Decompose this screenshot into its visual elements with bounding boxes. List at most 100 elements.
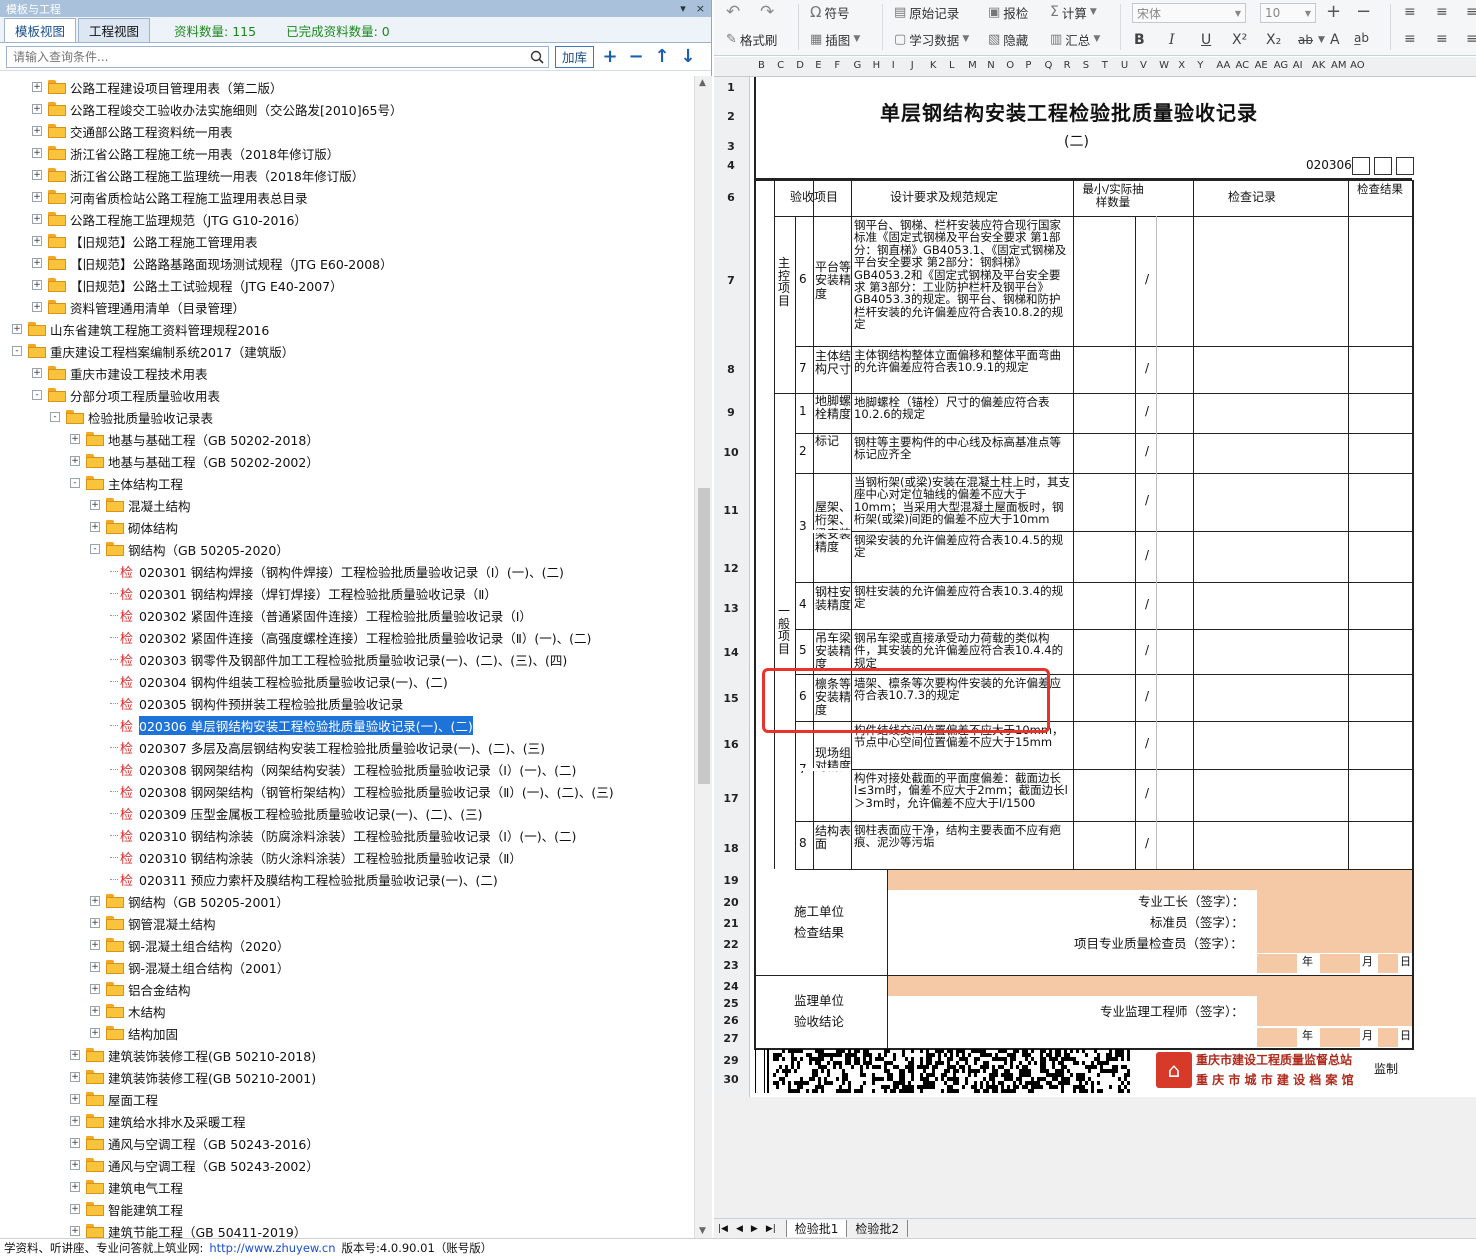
pin-icon[interactable]: ▾ bbox=[680, 2, 686, 15]
column-header[interactable]: AO bbox=[1350, 60, 1365, 71]
column-header[interactable]: I bbox=[892, 60, 895, 71]
tree-folder-node[interactable]: + 建筑节能工程（GB 50411-2019） bbox=[70, 1220, 306, 1238]
sample-cell[interactable] bbox=[1075, 435, 1133, 471]
column-header[interactable]: X bbox=[1178, 60, 1185, 71]
row-header[interactable]: 1 bbox=[714, 81, 748, 94]
expand-icon[interactable]: + bbox=[32, 302, 42, 312]
tree-folder-node[interactable]: + 【旧规范】公路土工试验规程（JTG E40-2007） bbox=[32, 274, 343, 296]
row-header[interactable]: 20 bbox=[714, 896, 748, 909]
row-header[interactable]: 11 bbox=[714, 504, 748, 517]
tree-template-node[interactable]: 检 020309 压型金属板工程检验批质量验收记录(一)、(二)、(三) bbox=[110, 802, 482, 824]
row-header[interactable]: 15 bbox=[714, 692, 748, 705]
result-cell[interactable] bbox=[1350, 723, 1410, 767]
sample-cell[interactable] bbox=[1075, 823, 1133, 867]
column-header[interactable]: AC bbox=[1236, 60, 1250, 71]
expand-icon[interactable]: + bbox=[90, 984, 100, 994]
column-header[interactable]: L bbox=[949, 60, 955, 71]
row-header[interactable]: 18 bbox=[714, 842, 748, 855]
align-middle-icon[interactable]: ≡ bbox=[1436, 29, 1448, 49]
tree-folder-node[interactable]: + 结构加固 bbox=[90, 1022, 178, 1044]
row-header[interactable]: 14 bbox=[714, 646, 748, 659]
column-header[interactable]: S bbox=[1083, 60, 1089, 71]
search-icon[interactable] bbox=[526, 50, 548, 64]
result-cell[interactable] bbox=[1350, 771, 1410, 819]
expand-icon[interactable]: + bbox=[90, 918, 100, 928]
column-header[interactable]: H bbox=[873, 60, 881, 71]
result-cell[interactable] bbox=[1350, 435, 1410, 471]
expand-icon[interactable]: + bbox=[90, 1006, 100, 1016]
result-cell[interactable] bbox=[1350, 475, 1410, 529]
input-cell[interactable] bbox=[1320, 1028, 1360, 1047]
collapse-icon[interactable]: - bbox=[12, 346, 22, 356]
column-header[interactable]: T bbox=[1102, 60, 1108, 71]
expand-icon[interactable]: + bbox=[32, 126, 42, 136]
sample-cell[interactable] bbox=[1075, 771, 1133, 819]
code-box-3[interactable] bbox=[1396, 157, 1414, 175]
column-header[interactable]: Y bbox=[1197, 60, 1203, 71]
status-link[interactable]: http://www.zhuyew.cn bbox=[209, 1241, 335, 1255]
tree-template-node[interactable]: 检 020310 钢结构涂装（防火涂料涂装）工程检验批质量验收记录（Ⅱ） bbox=[110, 846, 522, 868]
tree-folder-node[interactable]: - 分部分项工程质量验收用表 bbox=[32, 384, 220, 406]
record-cell[interactable] bbox=[1195, 771, 1346, 819]
summary-button[interactable]: ▥ 汇总 ▼ bbox=[1050, 29, 1100, 49]
column-header[interactable]: J bbox=[911, 60, 914, 71]
add-library-button[interactable]: 加库 bbox=[555, 45, 595, 68]
tree-folder-node[interactable]: - 钢结构（GB 50205-2020） bbox=[90, 538, 289, 560]
row-header[interactable]: 21 bbox=[714, 917, 748, 930]
result-cell[interactable] bbox=[1350, 676, 1410, 719]
collapse-icon[interactable]: - bbox=[90, 544, 100, 554]
superscript-icon[interactable]: X² bbox=[1232, 30, 1247, 50]
row-header[interactable]: 16 bbox=[714, 738, 748, 751]
expand-icon[interactable]: + bbox=[90, 522, 100, 532]
expand-icon[interactable]: + bbox=[12, 324, 22, 334]
record-cell[interactable] bbox=[1195, 823, 1346, 867]
strike-dropdown-icon[interactable]: ▼ bbox=[1318, 30, 1325, 50]
tree-folder-node[interactable]: + 地基与基础工程（GB 50202-2002） bbox=[70, 450, 319, 472]
expand-icon[interactable]: + bbox=[32, 236, 42, 246]
record-cell[interactable] bbox=[1195, 584, 1346, 627]
expand-icon[interactable]: + bbox=[32, 368, 42, 378]
tree-template-node[interactable]: 检 020308 钢网架结构（网架结构安装）工程检验批质量验收记录（Ⅰ）(一)、(… bbox=[110, 758, 576, 780]
sample-cell[interactable] bbox=[1075, 395, 1133, 431]
row-header[interactable]: 3 bbox=[714, 140, 748, 153]
record-cell[interactable] bbox=[1195, 723, 1346, 767]
column-header[interactable]: C bbox=[777, 60, 784, 71]
align-bottom-icon[interactable]: ≡ bbox=[1466, 29, 1476, 49]
record-cell[interactable] bbox=[1195, 218, 1346, 344]
record-cell[interactable] bbox=[1195, 475, 1346, 529]
scroll-thumb[interactable] bbox=[698, 488, 710, 784]
tab-template-view[interactable]: 模板视图 bbox=[4, 18, 77, 42]
expand-icon[interactable]: + bbox=[32, 170, 42, 180]
row-header[interactable]: 24 bbox=[714, 980, 748, 993]
expand-icon[interactable]: + bbox=[70, 1050, 80, 1060]
record-cell[interactable] bbox=[1195, 435, 1346, 471]
tree-folder-node[interactable]: + 钢管混凝土结构 bbox=[90, 912, 216, 934]
prev-sheet-icon[interactable]: ◀ bbox=[732, 1224, 747, 1234]
tree-template-node[interactable]: 检 020305 钢构件预拼装工程检验批质量验收记录 bbox=[110, 692, 403, 714]
input-cell[interactable] bbox=[1378, 1028, 1398, 1047]
column-header[interactable]: AM bbox=[1331, 60, 1346, 71]
expand-icon[interactable]: + bbox=[70, 1072, 80, 1082]
record-cell[interactable] bbox=[1195, 676, 1346, 719]
row-header[interactable]: 25 bbox=[714, 997, 748, 1010]
form-page[interactable]: 单层钢结构安装工程检验批质量验收记录 (二) 020306 验收项目 设计要求及规… bbox=[750, 77, 1476, 1097]
sample-cell[interactable] bbox=[1075, 348, 1133, 391]
original-record-button[interactable]: ▤ 原始记录 bbox=[894, 2, 959, 22]
tree-folder-node[interactable]: - 主体结构工程 bbox=[70, 472, 183, 494]
strikethrough-icon[interactable]: ab bbox=[1298, 30, 1313, 50]
redo-icon[interactable]: ↷ bbox=[760, 2, 774, 22]
column-header[interactable]: R bbox=[1064, 60, 1071, 71]
tree-folder-node[interactable]: + 交通部公路工程资料统一用表 bbox=[32, 120, 233, 142]
sample-cell[interactable] bbox=[1075, 475, 1133, 529]
code-box-1[interactable] bbox=[1352, 157, 1370, 175]
column-header[interactable]: G bbox=[854, 60, 862, 71]
tree-folder-node[interactable]: + 屋面工程 bbox=[70, 1088, 158, 1110]
sample-cell[interactable] bbox=[1075, 723, 1133, 767]
increase-size-icon[interactable]: + bbox=[1326, 1, 1341, 22]
expand-icon[interactable]: + bbox=[90, 940, 100, 950]
first-sheet-icon[interactable]: |◀ bbox=[714, 1224, 732, 1234]
tree-template-node[interactable]: 检 020308 钢网架结构（钢管桁架结构）工程检验批质量验收记录（Ⅱ）(一)、(… bbox=[110, 780, 614, 802]
tree-folder-node[interactable]: + 浙江省公路工程施工统一用表（2018年修订版） bbox=[32, 142, 339, 164]
move-down-icon[interactable]: ↓ bbox=[678, 46, 698, 67]
expand-icon[interactable]: + bbox=[90, 962, 100, 972]
